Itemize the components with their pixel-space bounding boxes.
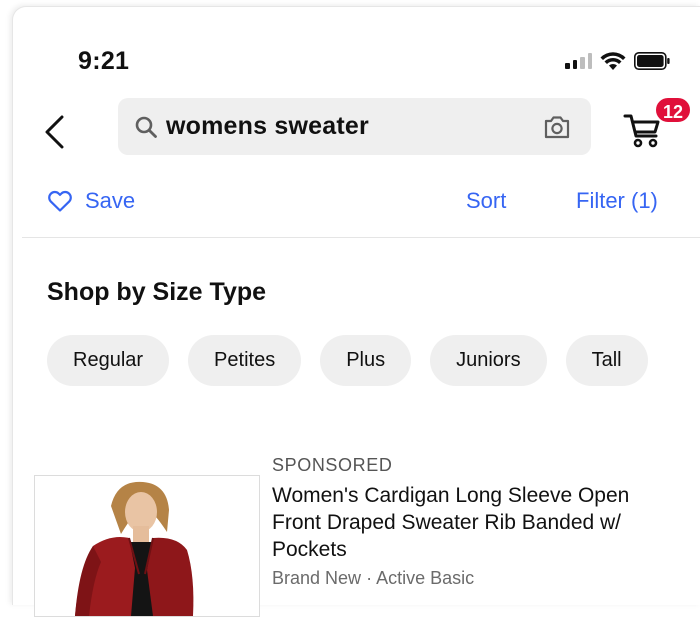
listing-thumbnail[interactable] <box>34 475 260 617</box>
search-query[interactable]: womens sweater <box>166 112 369 141</box>
sponsored-label: SPONSORED <box>272 455 393 475</box>
chip-regular[interactable]: Regular <box>47 335 170 386</box>
divider <box>22 237 700 238</box>
section-title: Shop by Size Type <box>47 278 267 306</box>
chip-tall[interactable]: Tall <box>565 335 648 386</box>
chevron-left-icon[interactable] <box>42 114 68 150</box>
battery-icon <box>634 52 670 70</box>
sort-button[interactable]: Sort <box>466 188 506 214</box>
listing-title[interactable]: Women's Cardigan Long Sleeve Open Front … <box>272 482 682 563</box>
search-bar[interactable]: womens sweater <box>118 98 591 155</box>
seller-name: Active Basic <box>376 568 475 588</box>
action-bar: Save Sort Filter (1) <box>0 188 700 228</box>
save-search-button[interactable]: Save <box>47 188 135 214</box>
status-time: 9:21 <box>78 47 130 75</box>
search-icon <box>135 116 157 138</box>
listing-meta: Brand New · Active Basic <box>272 568 682 589</box>
cart-count-badge: 12 <box>654 96 692 124</box>
camera-icon[interactable] <box>543 114 571 140</box>
chip-plus[interactable]: Plus <box>320 335 412 386</box>
wifi-icon <box>600 52 626 70</box>
condition-text: Brand New <box>272 568 362 588</box>
chip-juniors[interactable]: Juniors <box>430 335 547 386</box>
size-type-chips: Regular Petites Plus Juniors Tall <box>47 335 648 386</box>
status-icons <box>565 50 670 72</box>
filter-button[interactable]: Filter (1) <box>576 188 658 214</box>
cardigan-product-image <box>35 476 259 616</box>
listing-details: SPONSORED Women's Cardigan Long Sleeve O… <box>272 455 682 589</box>
heart-icon <box>48 190 72 212</box>
meta-separator: · <box>366 568 373 588</box>
signal-icon <box>565 53 592 69</box>
chip-petites[interactable]: Petites <box>188 335 302 386</box>
save-label: Save <box>85 188 136 213</box>
